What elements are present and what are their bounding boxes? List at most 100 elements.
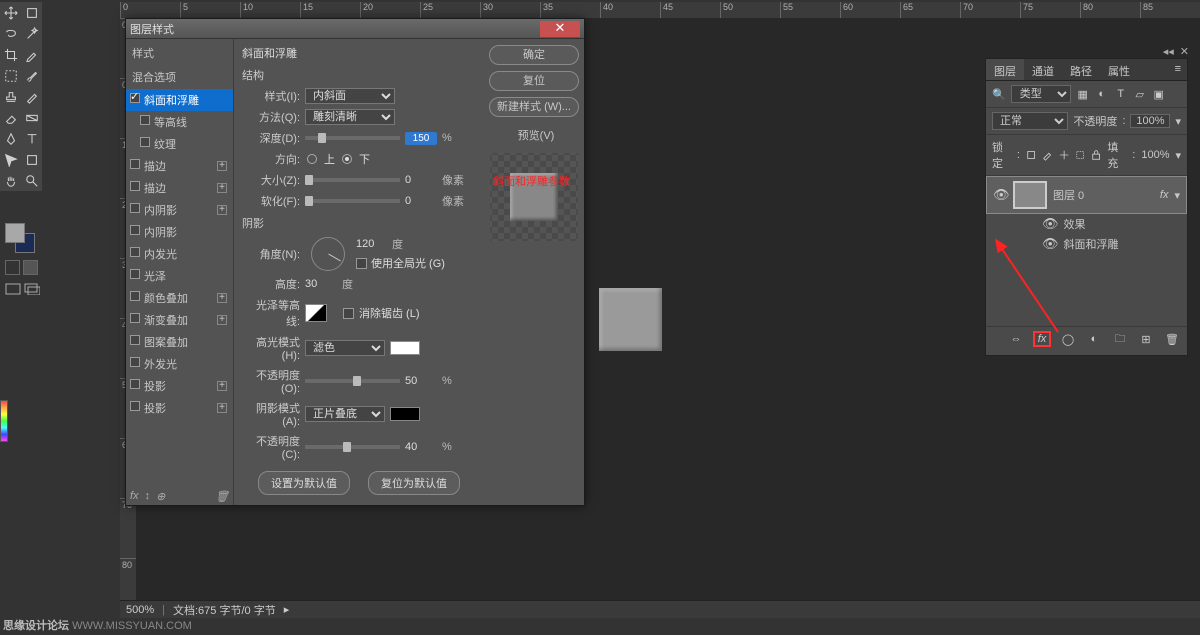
fill-value[interactable]: 100% [1141, 149, 1169, 161]
bevel-technique-select[interactable]: 雕刻清晰 [305, 109, 395, 125]
style-outer-glow[interactable]: 外发光 [126, 353, 233, 375]
blending-options[interactable]: 混合选项 [126, 65, 233, 89]
blend-mode-select[interactable]: 正常 [992, 112, 1068, 130]
style-drop-shadow-2[interactable]: 投影+ [126, 397, 233, 419]
angle-value[interactable]: 120 [356, 238, 388, 250]
eyedropper-tool[interactable] [21, 44, 42, 65]
screen-mode-row[interactable] [5, 283, 40, 295]
global-light-checkbox[interactable] [356, 258, 367, 269]
fx-indicator[interactable]: fx [1160, 189, 1169, 201]
highlight-mode-select[interactable]: 滤色 [305, 340, 385, 356]
stamp-tool[interactable] [0, 86, 21, 107]
color-swatches[interactable] [5, 223, 35, 253]
lock-all-icon[interactable] [1091, 149, 1101, 161]
lock-artboard-icon[interactable] [1075, 149, 1085, 161]
hand-tool[interactable] [0, 170, 21, 191]
direction-down[interactable] [342, 154, 352, 164]
filter-adjust-icon[interactable]: ◐ [1095, 87, 1109, 101]
layer-thumbnail[interactable] [1013, 181, 1047, 209]
size-slider[interactable] [305, 178, 400, 182]
style-texture[interactable]: 纹理 [126, 133, 233, 155]
anti-alias-checkbox[interactable] [343, 308, 354, 319]
tab-properties[interactable]: 属性 [1100, 59, 1138, 80]
style-stroke-1[interactable]: 描边+ [126, 155, 233, 177]
dialog-titlebar[interactable]: 图层样式 ✕ [126, 19, 584, 39]
layer-name[interactable]: 图层 0 [1053, 187, 1154, 203]
soften-value[interactable]: 0 [405, 195, 437, 207]
style-pattern-overlay[interactable]: 图案叠加 [126, 331, 233, 353]
brush-tool[interactable] [21, 65, 42, 86]
opacity-value[interactable]: 100% [1130, 114, 1170, 128]
history-brush-tool[interactable] [21, 86, 42, 107]
lock-move-icon[interactable] [1059, 149, 1069, 161]
style-inner-shadow-2[interactable]: 内阴影 [126, 221, 233, 243]
altitude-value[interactable]: 30 [305, 278, 337, 290]
highlight-color[interactable] [390, 341, 420, 355]
shadow-mode-select[interactable]: 正片叠底 [305, 406, 385, 422]
eraser-tool[interactable] [0, 107, 21, 128]
panel-menu-icon[interactable]: ≡ [1169, 59, 1187, 80]
folder-icon[interactable]: 🗀 [1111, 331, 1129, 347]
filter-pixel-icon[interactable]: ▦ [1076, 87, 1090, 101]
pen-tool[interactable] [0, 128, 21, 149]
effects-header[interactable]: 👁效果 [986, 214, 1187, 234]
style-bevel-emboss[interactable]: 斜面和浮雕 [126, 89, 233, 111]
depth-value[interactable]: 150 [405, 132, 437, 145]
type-tool[interactable] [21, 128, 42, 149]
soften-slider[interactable] [305, 199, 400, 203]
size-value[interactable]: 0 [405, 174, 437, 186]
style-drop-shadow-1[interactable]: 投影+ [126, 375, 233, 397]
mask-mode-row[interactable] [5, 260, 38, 275]
tab-channels[interactable]: 通道 [1024, 59, 1062, 80]
ok-button[interactable]: 确定 [489, 45, 579, 65]
shadow-opacity-slider[interactable] [305, 445, 400, 449]
trash-icon[interactable]: 🗑 [1163, 331, 1181, 347]
adjustment-icon[interactable]: ◐ [1085, 331, 1103, 347]
reset-button[interactable]: 复位 [489, 71, 579, 91]
move-tool[interactable] [0, 2, 21, 23]
path-tool[interactable] [0, 149, 21, 170]
style-contour[interactable]: 等高线 [126, 111, 233, 133]
crop-tool[interactable] [0, 44, 21, 65]
direction-up[interactable] [307, 154, 317, 164]
shadow-color[interactable] [390, 407, 420, 421]
layer-row[interactable]: 👁 图层 0 fx▾ [986, 176, 1187, 214]
panel-collapse[interactable]: ◂◂✕ [1163, 45, 1189, 58]
lock-brush-icon[interactable] [1042, 149, 1052, 161]
make-default-button[interactable]: 设置为默认值 [258, 471, 350, 495]
tab-layers[interactable]: 图层 [986, 59, 1024, 80]
marquee-tool[interactable] [0, 65, 21, 86]
zoom-tool[interactable] [21, 170, 42, 191]
zoom-level[interactable]: 500% [126, 604, 154, 616]
gloss-contour[interactable] [305, 304, 327, 322]
style-list-footer[interactable]: fx↕⊕🗑 [130, 490, 229, 503]
depth-slider[interactable] [305, 136, 400, 140]
tab-paths[interactable]: 路径 [1062, 59, 1100, 80]
new-style-button[interactable]: 新建样式 (W)... [489, 97, 579, 117]
highlight-opacity-slider[interactable] [305, 379, 400, 383]
lock-pixel-icon[interactable] [1026, 149, 1036, 161]
style-inner-shadow-1[interactable]: 内阴影+ [126, 199, 233, 221]
shadow-opacity-value[interactable]: 40 [405, 441, 437, 453]
style-inner-glow[interactable]: 内发光 [126, 243, 233, 265]
wand-tool[interactable] [21, 23, 42, 44]
gradient-tool[interactable] [21, 107, 42, 128]
highlight-opacity-value[interactable]: 50 [405, 375, 437, 387]
style-gradient-overlay[interactable]: 渐变叠加+ [126, 309, 233, 331]
rect-tool[interactable] [21, 149, 42, 170]
angle-wheel[interactable] [311, 237, 345, 271]
style-stroke-2[interactable]: 描边+ [126, 177, 233, 199]
bevel-style-select[interactable]: 内斜面 [305, 88, 395, 104]
filter-type-icon[interactable]: T [1114, 87, 1128, 101]
fg-color[interactable] [5, 223, 25, 243]
lasso-tool[interactable] [0, 23, 21, 44]
artboard-tool[interactable] [21, 2, 42, 23]
new-layer-icon[interactable]: ⊞ [1137, 331, 1155, 347]
filter-smart-icon[interactable]: ▣ [1152, 87, 1166, 101]
style-color-overlay[interactable]: 颜色叠加+ [126, 287, 233, 309]
reset-default-button[interactable]: 复位为默认值 [368, 471, 460, 495]
filter-shape-icon[interactable]: ▱ [1133, 87, 1147, 101]
close-icon[interactable]: ✕ [540, 21, 580, 37]
filter-type-select[interactable]: 类型 [1011, 85, 1071, 103]
style-satin[interactable]: 光泽 [126, 265, 233, 287]
